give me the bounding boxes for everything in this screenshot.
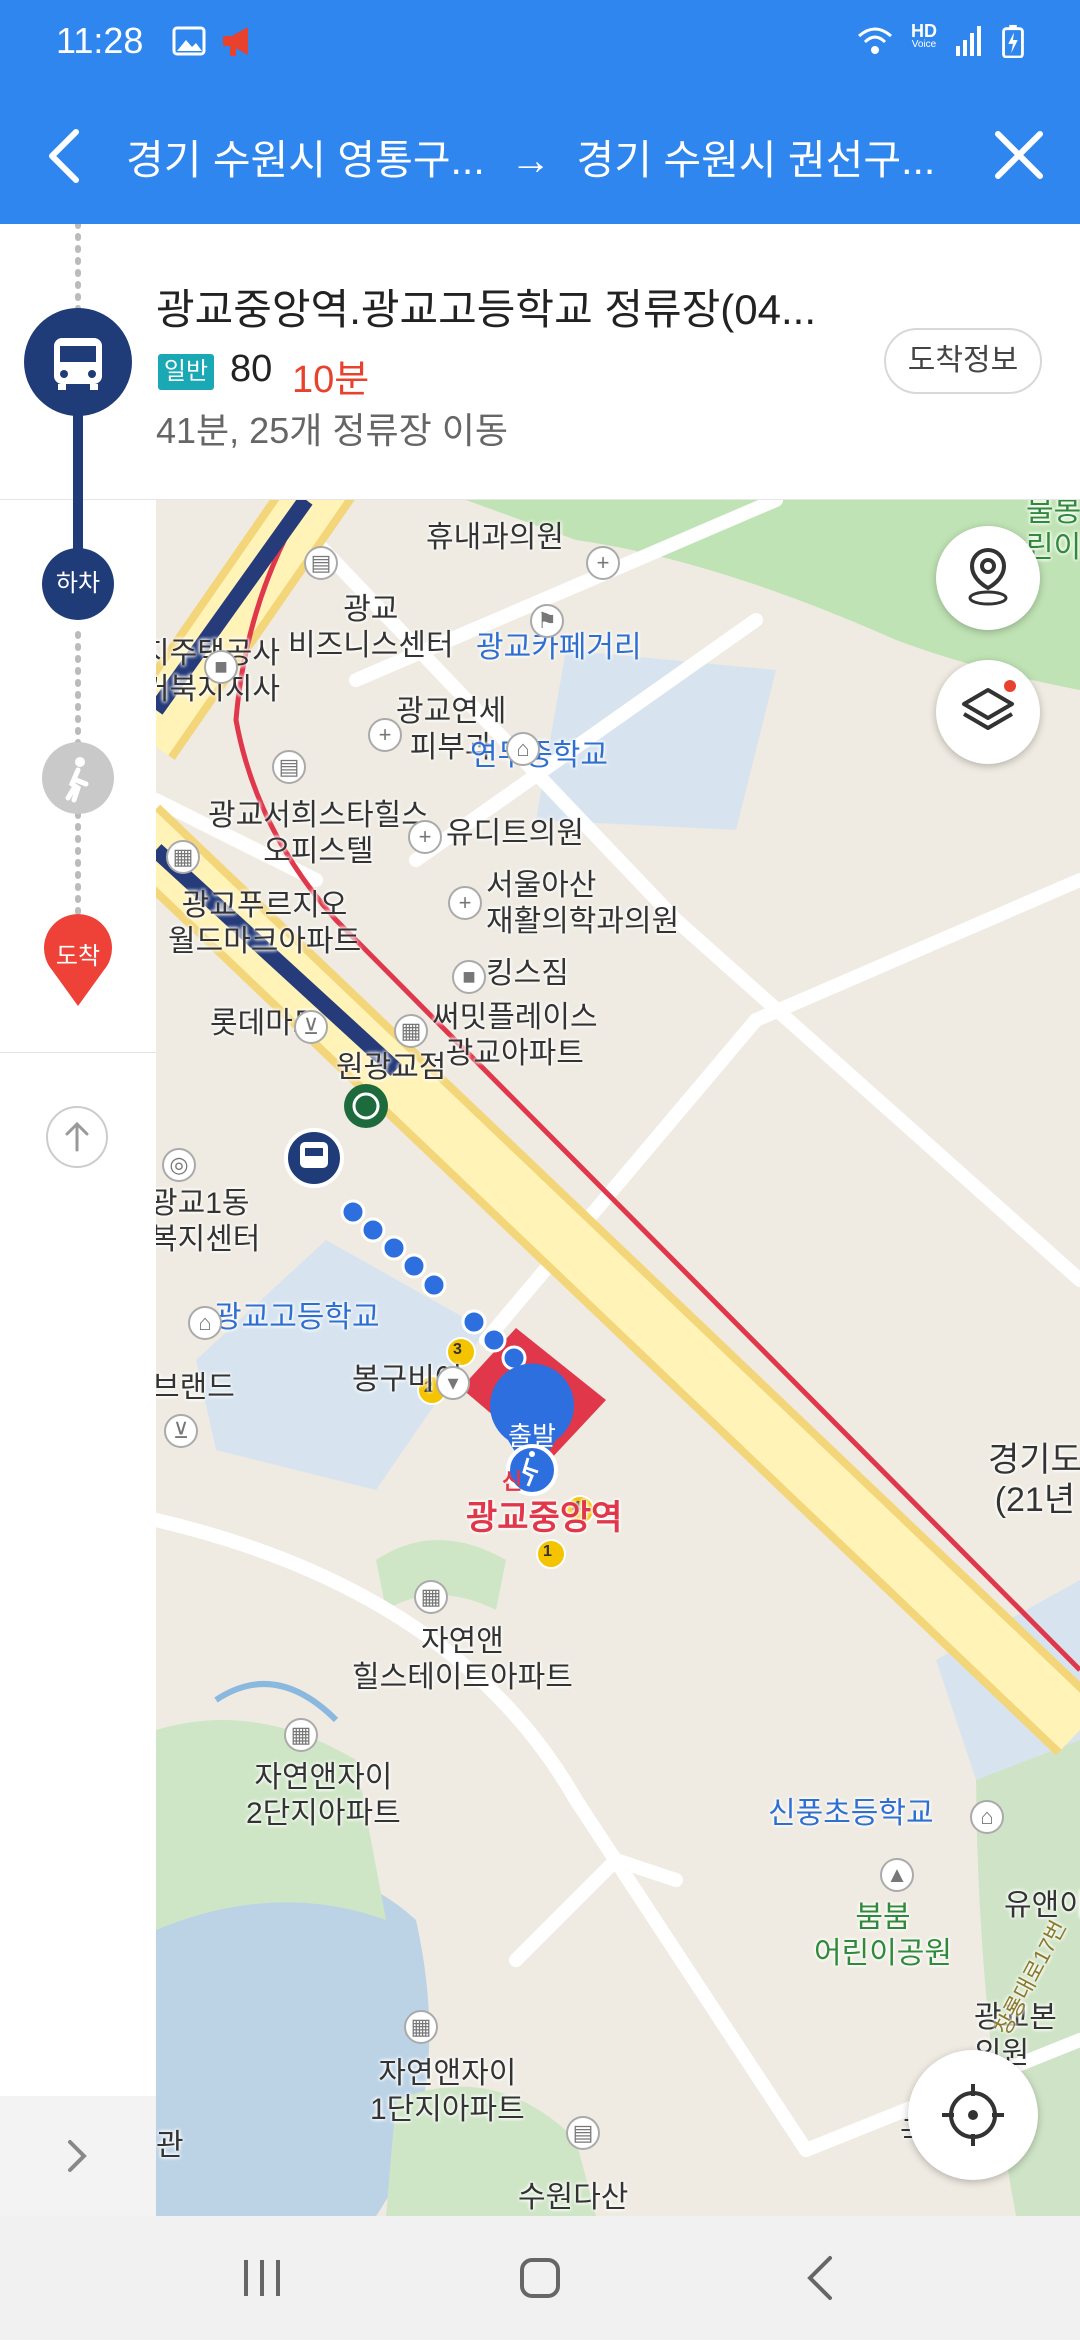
street-view-button[interactable] — [936, 526, 1040, 630]
chevron-left-icon[interactable] — [30, 118, 100, 194]
status-bar: 11:28 HD Voice — [0, 0, 1080, 86]
poi-label[interactable]: 휴내과의원 — [426, 520, 564, 556]
bus-number: 80 — [230, 348, 273, 390]
wait-time: 10분 — [292, 359, 370, 401]
cart-icon: ⊻ — [164, 1414, 198, 1448]
exit-number: 1 — [543, 1543, 552, 1560]
poi-label[interactable]: 킹스짐 — [486, 956, 569, 992]
back-icon[interactable] — [782, 2246, 862, 2310]
system-navigation-bar — [0, 2216, 1080, 2340]
crosshair-icon — [942, 2084, 1004, 2146]
poi-label[interactable]: 서울아산 재활의학과의원 — [486, 868, 679, 940]
arrow-up-icon — [65, 1121, 89, 1152]
walking-icon — [42, 742, 114, 814]
my-location-button[interactable] — [908, 2050, 1038, 2180]
origin-label: 경기 수원시 영통구... — [126, 137, 485, 183]
poi-label[interactable]: 광교서희스타힐스 오피스텔 — [208, 798, 429, 870]
apartment-icon: ▦ — [404, 2010, 438, 2044]
hospital-icon: + — [408, 820, 442, 854]
poi-label[interactable]: 광교 비즈니스센터 — [288, 592, 454, 664]
destination-label: 경기 수원시 권선구... — [576, 137, 936, 183]
poi-label[interactable]: 자연앤 힐스테이트아파트 — [352, 1624, 573, 1696]
bus-icon — [24, 308, 132, 416]
cart-icon: ⊻ — [294, 1010, 328, 1044]
poi-label[interactable]: 붐붐 어린이공원 — [814, 1900, 952, 1972]
poi-label[interactable]: 자연앤자이 1단지아파트 — [370, 2056, 525, 2128]
poi-label[interactable]: 광교고등학교 — [214, 1300, 380, 1336]
chevron-right-icon — [68, 2140, 87, 2172]
office-icon: ■ — [204, 650, 238, 684]
signal-icon — [956, 26, 981, 56]
boarding-stop-name: 광교중앙역.광교고등학교 정류장(04... — [156, 286, 817, 333]
expand-panel-button[interactable] — [0, 2096, 156, 2216]
street-view-pin-icon — [968, 547, 1008, 606]
close-icon[interactable] — [984, 118, 1054, 194]
hospital-icon: + — [586, 546, 620, 580]
sidebar-divider — [0, 1052, 156, 1053]
park-icon: ▲ — [880, 1858, 914, 1892]
landmark-icon: ◎ — [162, 1148, 196, 1182]
poi-label[interactable]: 관 — [156, 2128, 184, 2164]
bus-type-badge: 일반 — [158, 354, 214, 390]
poi-label[interactable]: 써밋플레이스 광교아파트 — [432, 1000, 598, 1072]
poi-label[interactable]: 자연앤자이 2단지아파트 — [246, 1760, 401, 1832]
bar-icon: ▾ — [436, 1366, 470, 1400]
route-arrow: → — [510, 137, 552, 183]
megaphone-icon — [223, 27, 248, 56]
apartment-icon: ▦ — [284, 1718, 318, 1752]
home-icon[interactable] — [500, 2246, 580, 2310]
school-icon: ⌂ — [188, 1306, 222, 1340]
arrival-marker: 도착 — [40, 912, 116, 1008]
building-icon: ▤ — [304, 546, 338, 580]
apartment-icon: ▦ — [414, 1580, 448, 1614]
poi-label[interactable]: 원광교점 — [336, 1050, 446, 1086]
poi-label[interactable]: 광교1동 복지센터 — [156, 1186, 260, 1258]
scroll-up-button[interactable] — [46, 1106, 108, 1168]
gym-icon: ■ — [452, 960, 486, 994]
battery-charging-icon — [1002, 24, 1024, 58]
wifi-icon — [858, 27, 892, 54]
hd-voice-icon: HD Voice — [911, 21, 937, 50]
apartment-icon: ▦ — [166, 840, 200, 874]
trip-info: 41분, 25개 정류장 이동 — [156, 410, 508, 451]
station-label[interactable]: 광교중앙역 — [466, 1500, 622, 1536]
route-header: 경기 수원시 영통구... → 경기 수원시 권선구... — [0, 86, 1080, 224]
arrival-info-button[interactable]: 도착정보 — [884, 328, 1042, 394]
hospital-icon: + — [448, 886, 482, 920]
hospital-icon: + — [368, 718, 402, 752]
building-icon: ▤ — [272, 750, 306, 784]
flag-icon: ⚑ — [530, 604, 564, 638]
image-icon — [172, 26, 206, 56]
building-icon: ▤ — [566, 2116, 600, 2150]
map-view[interactable]: 1 2 3 4 출발 신 휴내과의원 광교 비즈니스센터 지주택공사 거북지지사… — [156, 500, 1080, 2216]
start-pin-label[interactable]: 출발 — [502, 1416, 562, 1453]
poi-label[interactable]: 경기도 (21년 — [988, 1440, 1080, 1520]
exit-number: 3 — [453, 1341, 462, 1358]
poi-label[interactable]: 신풍초등학교 — [768, 1796, 934, 1832]
map-layers-button[interactable] — [936, 660, 1040, 764]
school-icon: ⌂ — [970, 1800, 1004, 1834]
poi-label[interactable]: 광교푸르지오 월드마크아파트 — [168, 888, 361, 960]
bus-step-card[interactable]: 광교중앙역.광교고등학교 정류장(04... 일반 80 10분 41분, 25… — [0, 224, 1080, 500]
apartment-icon: ▦ — [394, 1014, 428, 1048]
status-time: 11:28 — [56, 20, 144, 61]
alight-marker: 하차 — [42, 548, 114, 620]
poi-label[interactable]: 브랜드 — [156, 1370, 235, 1406]
route-summary[interactable]: 경기 수원시 영통구... → 경기 수원시 권선구... — [126, 126, 935, 186]
poi-label[interactable]: 광교카페거리 — [476, 630, 642, 666]
poi-label[interactable]: 유디트의원 — [446, 816, 584, 852]
school-icon: ⌂ — [506, 732, 540, 766]
poi-label[interactable]: 수원다산 — [518, 2180, 628, 2216]
layers-icon — [962, 680, 1016, 730]
station-mark: 신 — [502, 1469, 523, 1494]
recent-apps-icon[interactable] — [222, 2246, 302, 2310]
